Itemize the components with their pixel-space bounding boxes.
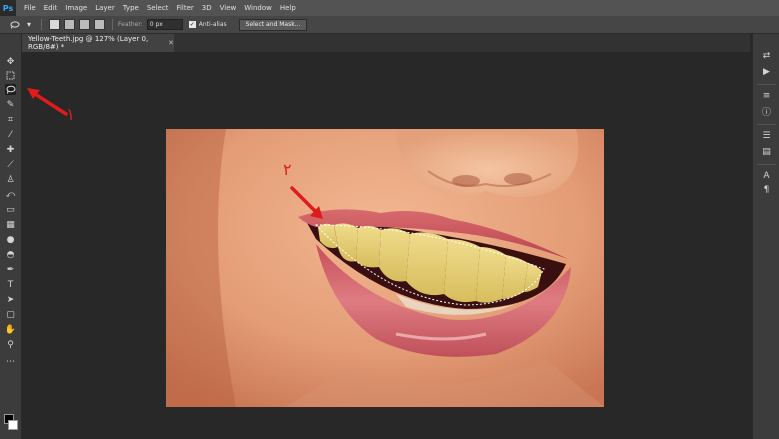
red-arrow-icon xyxy=(290,186,323,219)
antialias-label: Anti-alias xyxy=(198,21,227,28)
menu-window[interactable]: Window xyxy=(240,4,276,12)
divider xyxy=(41,19,42,30)
gradient-icon[interactable]: ▦ xyxy=(5,219,16,230)
healing-icon[interactable]: ✚ xyxy=(5,144,16,155)
shape-icon[interactable]: ▢ xyxy=(5,309,16,320)
move-icon[interactable]: ✥ xyxy=(5,56,16,67)
menu-select[interactable]: Select xyxy=(143,4,173,12)
menu-3d[interactable]: 3D xyxy=(198,4,216,12)
feather-input[interactable] xyxy=(146,19,183,30)
menu-filter[interactable]: Filter xyxy=(172,4,197,12)
annotation-label-1: ۱ xyxy=(66,105,76,125)
menu-bar: Ps File Edit Image Layer Type Select Fil… xyxy=(0,0,779,16)
hand-icon[interactable]: ✋ xyxy=(5,324,16,335)
divider xyxy=(757,124,776,125)
history-icon[interactable]: ⇄ xyxy=(761,50,772,61)
paragraph-icon[interactable]: ¶ xyxy=(761,184,772,195)
blur-icon[interactable]: ● xyxy=(5,234,16,245)
feather-label: Feather: xyxy=(118,21,143,28)
pen-icon[interactable]: ✒ xyxy=(5,264,16,275)
character-icon[interactable]: A xyxy=(761,170,772,181)
tools-panel: ✥ ✎ ⌗ ⁄ ✚ ⟋ ♙ ⤺ ▭ ▦ ● ◓ ✒ T ➤ ▢ ✋ ⚲ ⋯ xyxy=(0,34,22,439)
divider xyxy=(112,19,113,30)
properties-icon[interactable]: ☰ xyxy=(761,130,772,141)
photoshop-logo: Ps xyxy=(0,0,16,16)
actions-play-icon[interactable]: ▶ xyxy=(761,66,772,77)
chevron-down-icon[interactable]: ▾ xyxy=(24,20,34,30)
add-selection-icon[interactable] xyxy=(64,19,75,30)
path-select-icon[interactable]: ➤ xyxy=(5,294,16,305)
menu-file[interactable]: File xyxy=(20,4,40,12)
menu-type[interactable]: Type xyxy=(119,4,143,12)
info-icon[interactable]: ⓘ xyxy=(761,106,772,118)
document-tab-title: Yellow-Teeth.jpg @ 127% (Layer 0, RGB/8#… xyxy=(28,35,149,51)
document-canvas-image[interactable] xyxy=(166,129,604,407)
menu-layer[interactable]: Layer xyxy=(91,4,119,12)
subtract-selection-icon[interactable] xyxy=(79,19,90,30)
smile-photo xyxy=(166,129,604,407)
dodge-icon[interactable]: ◓ xyxy=(5,249,16,260)
menu-view[interactable]: View xyxy=(216,4,241,12)
document-tab-bar: Yellow-Teeth.jpg @ 127% (Layer 0, RGB/8#… xyxy=(22,34,750,52)
type-icon[interactable]: T xyxy=(5,279,16,290)
background-color-swatch[interactable] xyxy=(8,420,18,430)
eyedropper-icon[interactable]: ⁄ xyxy=(5,129,16,140)
select-and-mask-button[interactable]: Select and Mask... xyxy=(238,18,308,31)
more-tools-icon[interactable]: ⋯ xyxy=(5,356,16,367)
lasso-preset-icon[interactable] xyxy=(10,20,20,30)
marquee-icon[interactable] xyxy=(5,70,16,81)
options-bar: ▾ Feather: ✓ Anti-alias Select and Mask.… xyxy=(0,16,779,34)
quick-select-icon[interactable]: ✎ xyxy=(5,99,16,110)
intersect-selection-icon[interactable] xyxy=(94,19,105,30)
panel-dock: ⇄ ▶ ≡ ⓘ ☰ ▤ A ¶ xyxy=(752,34,779,439)
annotation-label-2: ۲ xyxy=(283,160,292,179)
crop-icon[interactable]: ⌗ xyxy=(5,114,16,125)
document-tab[interactable]: Yellow-Teeth.jpg @ 127% (Layer 0, RGB/8#… xyxy=(22,34,174,52)
menu-help[interactable]: Help xyxy=(276,4,300,12)
lasso-icon[interactable] xyxy=(5,84,16,95)
menu-image[interactable]: Image xyxy=(61,4,91,12)
eraser-icon[interactable]: ▭ xyxy=(5,204,16,215)
zoom-icon[interactable]: ⚲ xyxy=(5,339,16,350)
divider xyxy=(757,164,776,165)
history-brush-icon[interactable]: ⤺ xyxy=(5,189,16,200)
stamp-icon[interactable]: ♙ xyxy=(5,174,16,185)
divider xyxy=(757,84,776,85)
new-selection-icon[interactable] xyxy=(49,19,60,30)
layers-icon[interactable]: ▤ xyxy=(761,146,772,157)
antialias-checkbox[interactable]: ✓ xyxy=(188,21,196,28)
adjustments-icon[interactable]: ≡ xyxy=(761,90,772,101)
brush-icon[interactable]: ⟋ xyxy=(5,159,16,170)
menu-edit[interactable]: Edit xyxy=(40,4,62,12)
close-icon[interactable]: ✕ xyxy=(168,39,174,47)
